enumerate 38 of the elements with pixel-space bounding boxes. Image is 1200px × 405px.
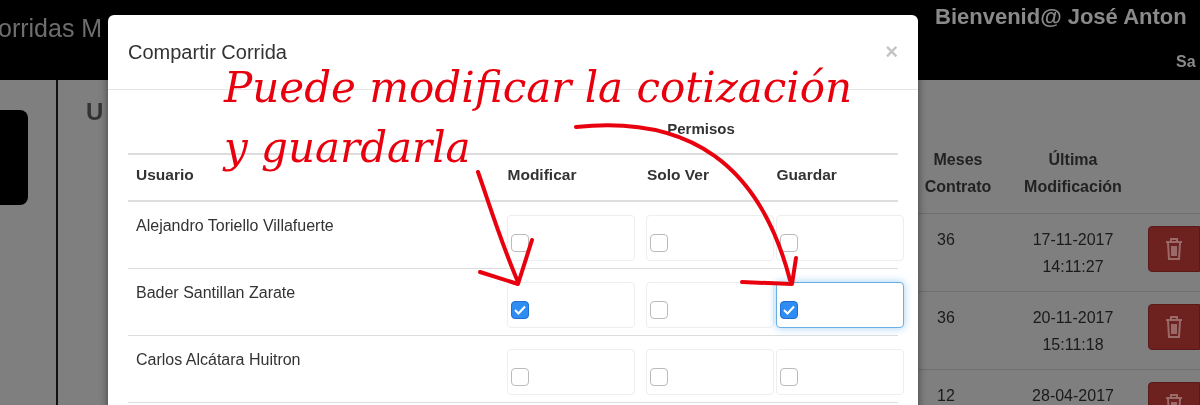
table-cell-text: 15:11:18 (1041, 335, 1105, 355)
checkbox[interactable] (510, 301, 529, 319)
annotation-text: Puede modificar la cotización (224, 62, 853, 114)
checkbox[interactable] (780, 301, 798, 319)
column-header: Modificar (507, 166, 577, 183)
table-cell-text: 14:11:27 (1041, 257, 1105, 277)
table-cell-text: 20-11-2017 (1031, 308, 1115, 328)
annotation-text: y guardarla (224, 122, 471, 174)
trash-icon (1165, 316, 1183, 338)
checkbox[interactable] (780, 234, 798, 252)
permission-field[interactable] (776, 282, 904, 328)
welcome-text: Bienvenid@ José Anton (935, 3, 1187, 31)
checkbox[interactable] (650, 234, 668, 252)
user-name: Alejandro Toriello Villafuerte (136, 216, 334, 236)
table-cell-text: 17-11-2017 (1031, 230, 1115, 250)
column-header: Guardar (776, 166, 837, 183)
checkbox[interactable] (510, 234, 529, 252)
delete-button[interactable] (1148, 304, 1200, 350)
column-header: Meses Contrato (923, 150, 993, 197)
table-cell-text: 28-04-2017 (1031, 386, 1115, 405)
dialog-title: Compartir Corrida (128, 40, 287, 65)
column-group-header: Permisos (666, 119, 736, 139)
checkbox[interactable] (780, 368, 798, 386)
column-header: Solo Ver (647, 166, 709, 183)
user-name: Bader Santillan Zarate (136, 283, 296, 303)
column-header: Usuario (136, 166, 194, 183)
table-cell-text: 12 (936, 386, 956, 405)
checkbox[interactable] (650, 301, 668, 319)
delete-button[interactable] (1148, 226, 1200, 272)
checkbox[interactable] (510, 368, 529, 386)
table-cell-text: 36 (936, 308, 956, 328)
column-header: Última Modificación (1023, 149, 1123, 197)
user-name: Carlos Alcátara Huitron (136, 350, 301, 370)
trash-icon (1165, 238, 1183, 260)
checkbox[interactable] (650, 368, 668, 386)
page-heading: U (86, 97, 104, 127)
nav-link[interactable]: Sa (1176, 50, 1196, 74)
table-cell-text: 36 (936, 230, 956, 250)
